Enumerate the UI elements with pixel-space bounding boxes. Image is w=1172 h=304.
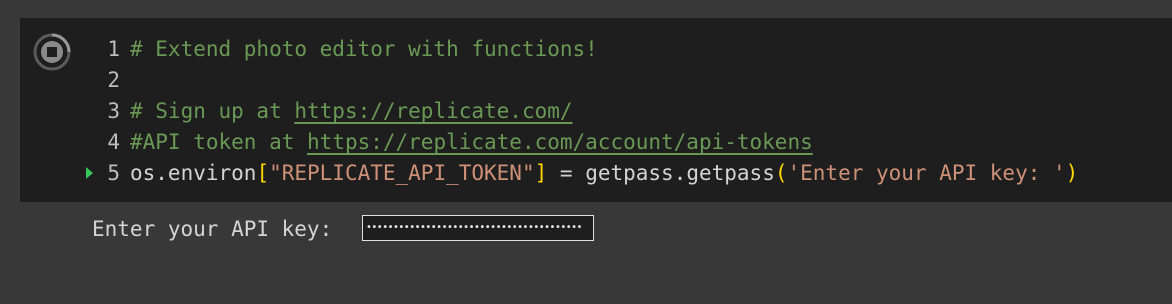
code-editor[interactable]: 1 # Extend photo editor with functions! 2… <box>80 34 1170 189</box>
line-number: 3 <box>107 99 120 123</box>
password-prompt-label: Enter your API key: <box>92 217 345 241</box>
code-line-1: 1 # Extend photo editor with functions! <box>80 34 1170 65</box>
code-line-2: 2 <box>80 65 1170 96</box>
comment: # Sign up at <box>130 99 295 123</box>
password-input[interactable]: •••••••••••••••••••••••••••••••••••••••• <box>362 215 594 241</box>
api-tokens-link[interactable]: https://replicate.com/account/api-tokens <box>307 130 813 154</box>
execution-marker-icon <box>86 167 93 179</box>
top-strip <box>0 0 1172 18</box>
stop-circle-icon[interactable] <box>32 32 72 72</box>
code-line-4: 4 #API token at https://replicate.com/acc… <box>80 127 1170 158</box>
line-number: 2 <box>107 68 120 92</box>
bracket: ] <box>534 161 548 185</box>
code-token: = getpass.getpass <box>547 161 775 185</box>
cell-output: Enter your API key: ••••••••••••••••••••… <box>92 214 594 244</box>
string-literal: 'Enter your API key: ' <box>787 161 1066 185</box>
paren: ) <box>1065 161 1079 185</box>
line-number: 1 <box>107 37 120 61</box>
comment: # Extend photo editor with functions! <box>130 37 598 61</box>
replicate-link[interactable]: https://replicate.com/ <box>294 99 572 123</box>
comment: #API token at <box>130 130 308 154</box>
paren: ( <box>774 161 788 185</box>
code-token: os.environ <box>130 161 257 185</box>
code-line-5: 5 os.environ["REPLICATE_API_TOKEN"] = get… <box>80 158 1170 189</box>
bracket: [ <box>256 161 270 185</box>
code-line-3: 3 # Sign up at https://replicate.com/ <box>80 96 1170 127</box>
code-cell[interactable]: 1 # Extend photo editor with functions! 2… <box>20 18 1172 202</box>
string-literal: "REPLICATE_API_TOKEN" <box>269 161 535 185</box>
line-number: 4 <box>107 130 120 154</box>
